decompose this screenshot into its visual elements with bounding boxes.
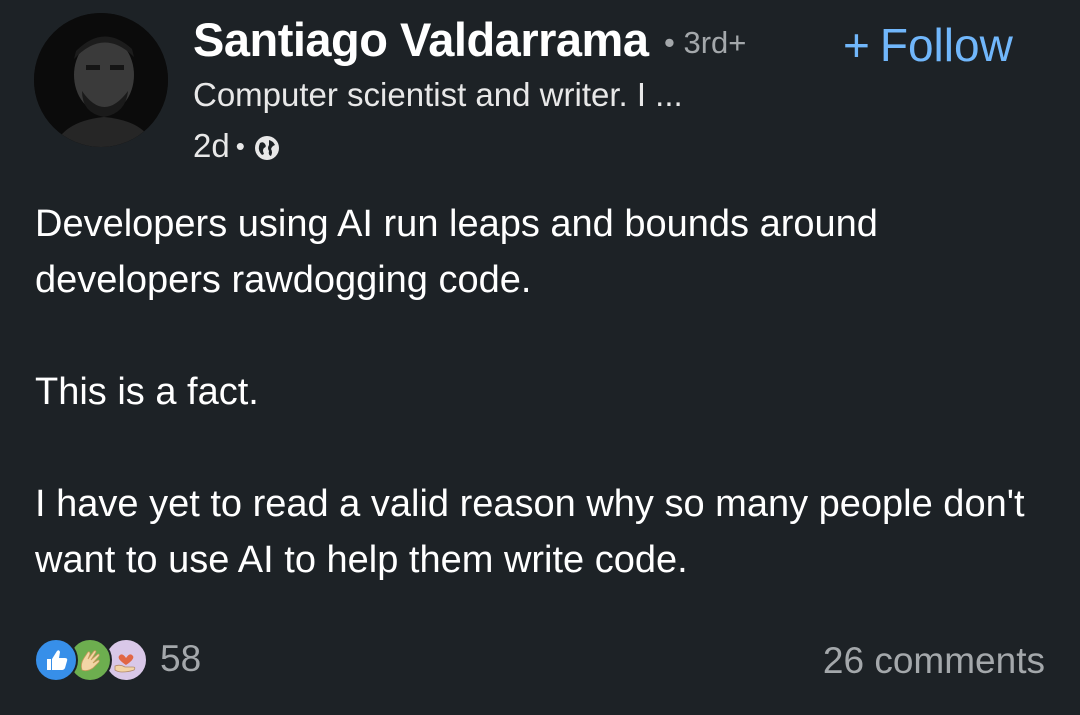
post-meta: 2d •	[193, 127, 280, 165]
meta-separator: •	[235, 130, 245, 161]
plus-icon: +	[843, 19, 870, 71]
author-headline[interactable]: Computer scientist and writer. I ...	[193, 76, 683, 114]
avatar-photo	[34, 13, 168, 147]
post-body: Developers using AI run leaps and bounds…	[35, 196, 1055, 588]
feed-post: Santiago Valdarrama • 3rd+ + Follow Compu…	[0, 0, 1080, 715]
connection-degree: • 3rd+	[664, 25, 747, 60]
reaction-icons	[34, 636, 152, 682]
like-icon	[34, 638, 78, 682]
follow-label: Follow	[879, 19, 1013, 71]
post-paragraph: This is a fact.	[35, 371, 259, 413]
author-name[interactable]: Santiago Valdarrama	[193, 12, 649, 67]
comments-link[interactable]: 26 comments	[823, 640, 1045, 682]
post-time: 2d	[193, 127, 230, 164]
reactions-summary[interactable]: 58	[34, 636, 201, 682]
globe-icon	[254, 136, 279, 160]
follow-button[interactable]: + Follow	[843, 18, 1013, 72]
post-paragraph: Developers using AI run leaps and bounds…	[35, 203, 878, 301]
author-avatar[interactable]	[34, 13, 168, 147]
reaction-count: 58	[160, 638, 202, 679]
post-paragraph: I have yet to read a valid reason why so…	[35, 483, 1025, 581]
